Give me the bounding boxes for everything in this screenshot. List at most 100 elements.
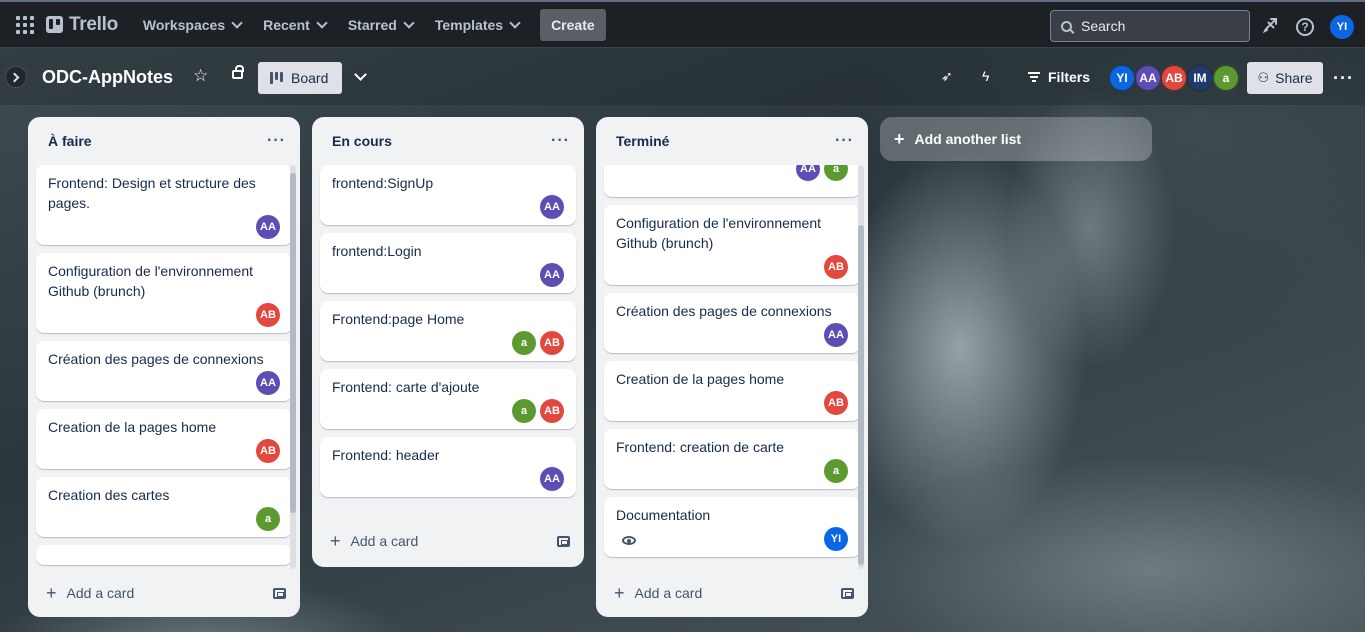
- filters-label: Filters: [1048, 69, 1091, 85]
- card-member-avatar[interactable]: AB: [824, 255, 848, 279]
- card-member-avatar[interactable]: a: [824, 459, 848, 483]
- card-member-avatar[interactable]: a: [512, 331, 536, 355]
- card-member-avatar[interactable]: YI: [824, 527, 848, 551]
- card-member-avatar[interactable]: AB: [824, 391, 848, 415]
- card[interactable]: Frontend: Design et structure des pages.…: [36, 165, 292, 245]
- board-members: YI AA AB IM a: [1108, 64, 1240, 92]
- add-card-button[interactable]: + Add a card: [614, 584, 702, 602]
- list-menu-icon[interactable]: ···: [267, 132, 286, 150]
- help-icon[interactable]: ?: [1296, 18, 1314, 36]
- templates-menu[interactable]: Templates: [424, 9, 530, 41]
- card-title: Frontend:page Home: [332, 311, 465, 327]
- list-title[interactable]: À faire: [48, 133, 92, 149]
- member-avatar[interactable]: a: [1212, 64, 1240, 92]
- create-button[interactable]: Create: [540, 8, 606, 41]
- filters-button[interactable]: Filters: [1028, 69, 1090, 85]
- card-title: Frontend: header: [332, 447, 440, 463]
- plus-icon: +: [330, 531, 341, 551]
- add-list-label: Add another list: [914, 131, 1022, 147]
- apps-grid-icon[interactable]: [14, 14, 36, 36]
- list-footer: + Add a card: [596, 569, 868, 617]
- card-member-avatar[interactable]: AA: [256, 371, 280, 395]
- card-partial[interactable]: [36, 545, 292, 565]
- card-member-avatar[interactable]: a: [824, 165, 848, 181]
- card[interactable]: Création des pages de connexions AA: [36, 341, 292, 401]
- card-member-avatar[interactable]: AB: [540, 399, 564, 423]
- card[interactable]: frontend:SignUp AA: [320, 165, 576, 225]
- share-icon: ⚇: [1257, 70, 1270, 85]
- card-template-icon[interactable]: [841, 587, 854, 599]
- card-template-icon[interactable]: [557, 535, 570, 547]
- list-title[interactable]: Terminé: [616, 133, 669, 149]
- card-member-avatar[interactable]: AA: [540, 467, 564, 491]
- add-card-label: Add a card: [350, 533, 419, 549]
- top-navigation: Trello Workspaces Recent Starred Templat…: [0, 0, 1365, 48]
- member-avatar[interactable]: YI: [1108, 64, 1136, 92]
- card-member-avatar[interactable]: AB: [256, 303, 280, 327]
- card[interactable]: Création des pages de connexions AA: [604, 293, 860, 353]
- share-label: Share: [1275, 70, 1313, 86]
- card-member-avatar[interactable]: a: [512, 399, 536, 423]
- search-input[interactable]: Search: [1050, 10, 1250, 42]
- share-button[interactable]: ⚇ Share: [1247, 62, 1323, 94]
- card-member-avatar[interactable]: a: [256, 507, 280, 531]
- chevron-down-icon: [316, 16, 328, 29]
- card[interactable]: Creation de la pages home AB: [604, 361, 860, 421]
- workspaces-label: Workspaces: [142, 16, 226, 33]
- card-member-avatar[interactable]: AB: [540, 331, 564, 355]
- board-view-icon: [270, 72, 283, 84]
- power-ups-icon[interactable]: ➶: [941, 68, 953, 85]
- card-title: Configuration de l'environnement Github …: [616, 215, 822, 251]
- card[interactable]: Creation de la pages home AB: [36, 409, 292, 469]
- card[interactable]: Frontend: header AA: [320, 437, 576, 497]
- card-member-avatar[interactable]: AA: [824, 323, 848, 347]
- card[interactable]: Documentation YI: [604, 497, 860, 557]
- card-title: frontend:SignUp: [332, 175, 434, 191]
- plus-icon: +: [894, 129, 905, 149]
- starred-menu[interactable]: Starred: [337, 9, 424, 41]
- card-member-avatar[interactable]: AA: [256, 215, 280, 239]
- card-member-avatar[interactable]: AA: [540, 195, 564, 219]
- card-member-avatar[interactable]: AB: [256, 439, 280, 463]
- list-scrollbar[interactable]: [858, 165, 864, 569]
- user-avatar[interactable]: YI: [1330, 15, 1354, 39]
- list-a-faire: À faire ··· Frontend: Design et structur…: [28, 117, 300, 617]
- card[interactable]: Configuration de l'environnement Github …: [36, 253, 292, 333]
- star-icon[interactable]: ☆: [193, 66, 208, 86]
- list-title[interactable]: En cours: [332, 133, 392, 149]
- card[interactable]: Frontend:page Home a AB: [320, 301, 576, 361]
- card[interactable]: Creation des cartes a: [36, 477, 292, 537]
- card-partial[interactable]: AA a: [604, 165, 860, 197]
- card-member-avatar[interactable]: AA: [540, 263, 564, 287]
- member-avatar[interactable]: AA: [1134, 64, 1162, 92]
- list-footer: + Add a card: [312, 517, 584, 565]
- card[interactable]: Frontend: creation de carte a: [604, 429, 860, 489]
- add-card-button[interactable]: + Add a card: [330, 531, 419, 551]
- workspaces-menu[interactable]: Workspaces: [132, 9, 252, 41]
- recent-menu[interactable]: Recent: [252, 9, 337, 41]
- card-title: Configuration de l'environnement Github …: [48, 263, 254, 299]
- card-member-avatar[interactable]: AA: [796, 165, 820, 181]
- board-view-button[interactable]: Board: [258, 62, 342, 94]
- list-termine: Terminé ··· AA a Configuration de l'envir…: [596, 117, 868, 617]
- notifications-icon[interactable]: [1261, 16, 1281, 36]
- card[interactable]: Configuration de l'environnement Github …: [604, 205, 860, 285]
- trello-logo[interactable]: Trello: [46, 14, 118, 36]
- card[interactable]: Frontend: carte d'ajoute a AB: [320, 369, 576, 429]
- member-avatar[interactable]: IM: [1186, 64, 1214, 92]
- more-options-icon[interactable]: ···: [1333, 68, 1354, 89]
- sidebar-expand-icon[interactable]: [5, 66, 27, 88]
- automation-icon[interactable]: ϟ: [982, 68, 989, 84]
- add-list-button[interactable]: + Add another list: [880, 117, 1152, 161]
- list-menu-icon[interactable]: ···: [835, 132, 854, 150]
- card-title: Creation de la pages home: [48, 419, 217, 435]
- chevron-down-icon[interactable]: [354, 68, 367, 81]
- list-scrollbar[interactable]: [290, 165, 296, 569]
- card[interactable]: frontend:Login AA: [320, 233, 576, 293]
- list-menu-icon[interactable]: ···: [551, 132, 570, 150]
- add-card-button[interactable]: + Add a card: [46, 584, 134, 602]
- board-title[interactable]: ODC-AppNotes: [42, 67, 173, 88]
- visibility-lock-icon[interactable]: [232, 65, 244, 79]
- member-avatar[interactable]: AB: [1160, 64, 1188, 92]
- card-template-icon[interactable]: [273, 587, 286, 599]
